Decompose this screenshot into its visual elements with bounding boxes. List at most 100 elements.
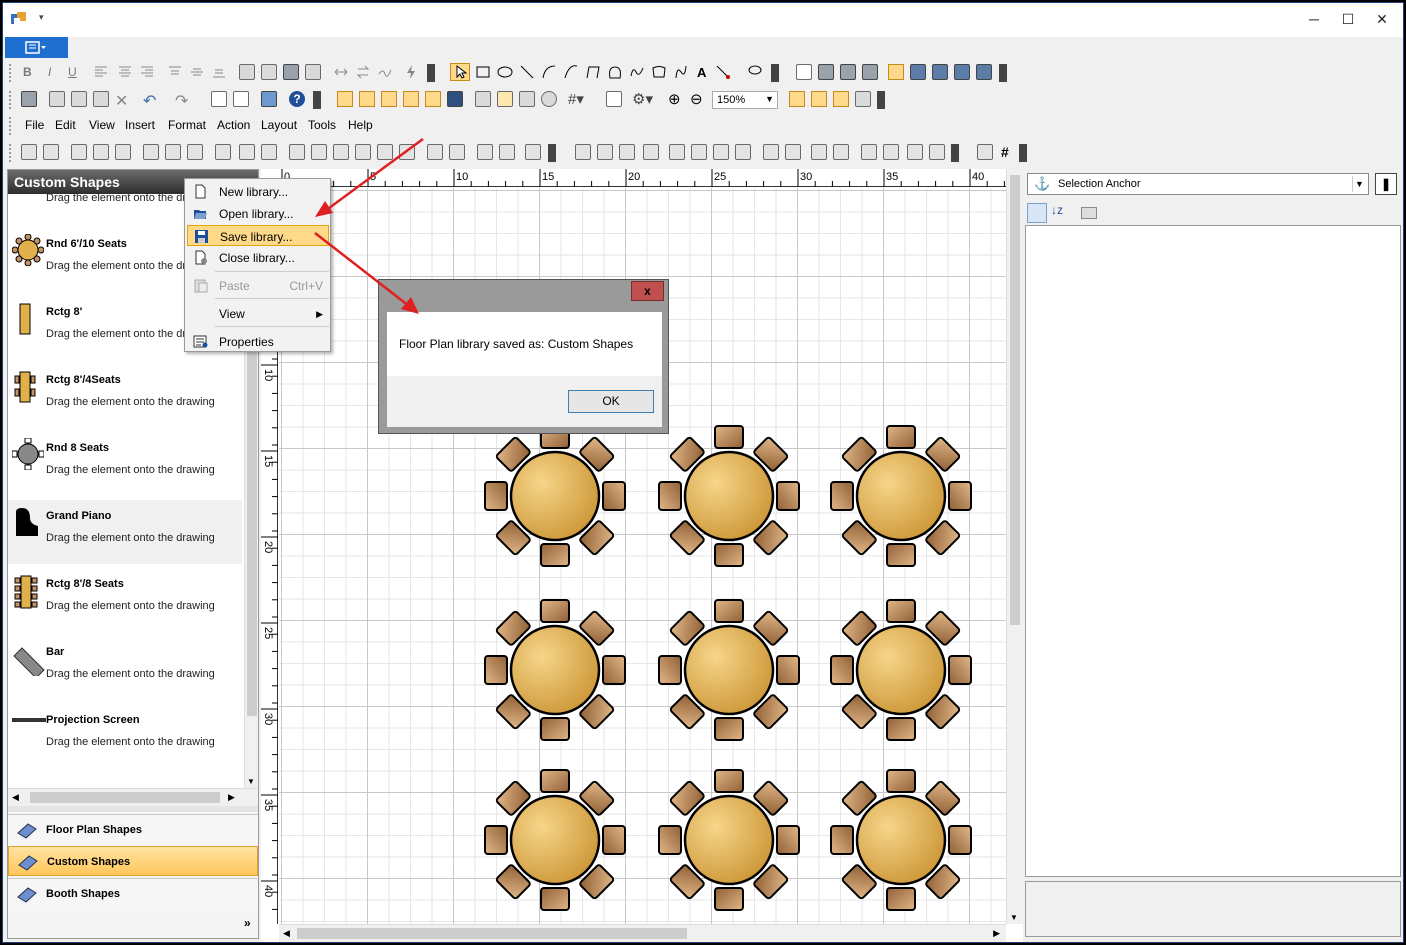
align-bottom-icon[interactable] [211, 64, 227, 80]
menu-action[interactable]: Action [217, 118, 250, 132]
link-tool-icon[interactable] [715, 64, 731, 80]
arrange-tool-icon[interactable] [619, 144, 635, 160]
pattern-icon[interactable] [305, 64, 321, 80]
library-item[interactable]: Grand Piano Drag the element onto the dra… [8, 500, 242, 564]
minimize-button[interactable]: ─ [1299, 9, 1329, 29]
round-table-8-seats[interactable] [658, 769, 800, 911]
round-table-8-seats[interactable] [484, 769, 626, 911]
arrange-tool-icon[interactable] [643, 144, 659, 160]
arrange-tool-icon[interactable] [977, 144, 993, 160]
layout-tool-icon[interactable] [21, 144, 37, 160]
align-center-icon[interactable] [117, 64, 133, 80]
layer-button-1[interactable] [789, 91, 805, 107]
grid-toggle-icon[interactable]: # [1001, 144, 1009, 160]
app-icon[interactable] [11, 12, 27, 26]
connector-icon[interactable] [377, 64, 393, 80]
layout-tool-icon[interactable] [355, 144, 371, 160]
canvas-hscroll[interactable]: ◀ ▶ [279, 924, 1006, 942]
tile-view-icon[interactable] [932, 64, 948, 80]
ellipse-tool-icon[interactable] [497, 64, 513, 80]
layout-tool-icon[interactable] [115, 144, 131, 160]
group-icon[interactable] [475, 91, 491, 107]
fill-color-icon[interactable] [239, 64, 255, 80]
insert-picture-icon[interactable] [261, 91, 277, 107]
arrange-tool-icon[interactable] [907, 144, 923, 160]
show-rulers-button[interactable] [359, 91, 375, 107]
round-table-8-seats[interactable] [830, 769, 972, 911]
zoom-out-icon[interactable]: ⊖ [690, 90, 703, 108]
arrange-tool-icon[interactable] [735, 144, 751, 160]
round-table-8-seats[interactable] [830, 599, 972, 741]
layer-button-4[interactable] [855, 91, 871, 107]
splitter[interactable] [8, 806, 258, 812]
undo-icon[interactable]: ↶ [143, 91, 156, 111]
layout-tool-icon[interactable] [399, 144, 415, 160]
pointer-tool-button[interactable] [450, 63, 470, 81]
closed-curve-tool-icon[interactable] [607, 64, 623, 80]
lightning-icon[interactable] [403, 64, 419, 80]
menu-view[interactable]: View ▶ [187, 303, 329, 324]
group-floor-plan-shapes[interactable]: Floor Plan Shapes [8, 814, 258, 844]
line-color-icon[interactable] [261, 64, 277, 80]
group-booth-shapes[interactable]: Booth Shapes [8, 878, 258, 908]
layout-tool-icon[interactable] [311, 144, 327, 160]
rotate-icon[interactable] [355, 64, 371, 80]
round-table-8-seats[interactable] [658, 425, 800, 567]
arrange-tool-icon[interactable] [691, 144, 707, 160]
spline-tool-icon[interactable] [673, 64, 689, 80]
menu-open-library[interactable]: Open library... [187, 203, 329, 224]
menu-properties[interactable]: Properties [187, 331, 329, 352]
show-grid-button[interactable] [337, 91, 353, 107]
align-left-icon[interactable] [93, 64, 109, 80]
bring-front-icon[interactable] [519, 91, 535, 107]
arrange-tool-icon[interactable] [833, 144, 849, 160]
layout-tool-icon[interactable] [239, 144, 255, 160]
menu-save-library[interactable]: Save library... [187, 225, 329, 246]
print-icon[interactable] [862, 64, 878, 80]
layout-view-button[interactable] [888, 64, 904, 80]
zoom-icon[interactable] [541, 91, 557, 107]
grid-settings-icon[interactable]: #▾ [568, 90, 584, 108]
property-grid[interactable] [1025, 225, 1401, 877]
grid-view-icon[interactable] [910, 64, 926, 80]
library-hscroll[interactable]: ◀ ▶ [8, 788, 258, 806]
list-view-icon[interactable] [954, 64, 970, 80]
round-table-8-seats[interactable] [484, 599, 626, 741]
toolbar-grip[interactable] [9, 91, 12, 109]
open-document-icon[interactable] [818, 64, 834, 80]
layout-tool-icon[interactable] [43, 144, 59, 160]
arrange-tool-icon[interactable] [713, 144, 729, 160]
close-window-button[interactable]: ✕ [1367, 9, 1397, 29]
layout-tool-icon[interactable] [215, 144, 231, 160]
menu-help[interactable]: Help [348, 118, 373, 132]
snap-to-objects-button[interactable] [403, 91, 419, 107]
library-item[interactable]: Rctg 8'/8 Seats Drag the element onto the… [8, 568, 242, 632]
layout-tool-icon[interactable] [477, 144, 493, 160]
ok-button[interactable]: OK [568, 390, 654, 413]
layer-button-3[interactable] [833, 91, 849, 107]
fit-width-button[interactable] [425, 91, 441, 107]
property-pages-icon[interactable] [1081, 207, 1097, 219]
arrange-tool-icon[interactable] [575, 144, 591, 160]
save-icon[interactable] [21, 91, 37, 107]
arc-tool-icon[interactable] [541, 64, 557, 80]
alphabetical-icon[interactable]: ↓z [1051, 203, 1063, 217]
ungroup-icon[interactable] [497, 91, 513, 107]
quick-access-dropdown-icon[interactable]: ▾ [39, 12, 44, 23]
menu-close-library[interactable]: Close library... [187, 247, 329, 268]
rectangle-tool-icon[interactable] [475, 64, 491, 80]
group-custom-shapes[interactable]: Custom Shapes [8, 846, 258, 876]
layout-tool-icon[interactable] [449, 144, 465, 160]
delete-icon[interactable]: ✕ [115, 91, 128, 111]
arrange-tool-icon[interactable] [669, 144, 685, 160]
layer-button-2[interactable] [811, 91, 827, 107]
layout-tool-icon[interactable] [261, 144, 277, 160]
align-right-icon[interactable] [139, 64, 155, 80]
align-middle-icon[interactable] [189, 64, 205, 80]
freeform-tool-icon[interactable] [629, 64, 645, 80]
page-setup-icon[interactable] [233, 91, 249, 107]
curve-tool-icon[interactable] [563, 64, 579, 80]
arrange-tool-icon[interactable] [785, 144, 801, 160]
text-tool-icon[interactable]: A [697, 65, 706, 80]
round-table-8-seats[interactable] [830, 425, 972, 567]
